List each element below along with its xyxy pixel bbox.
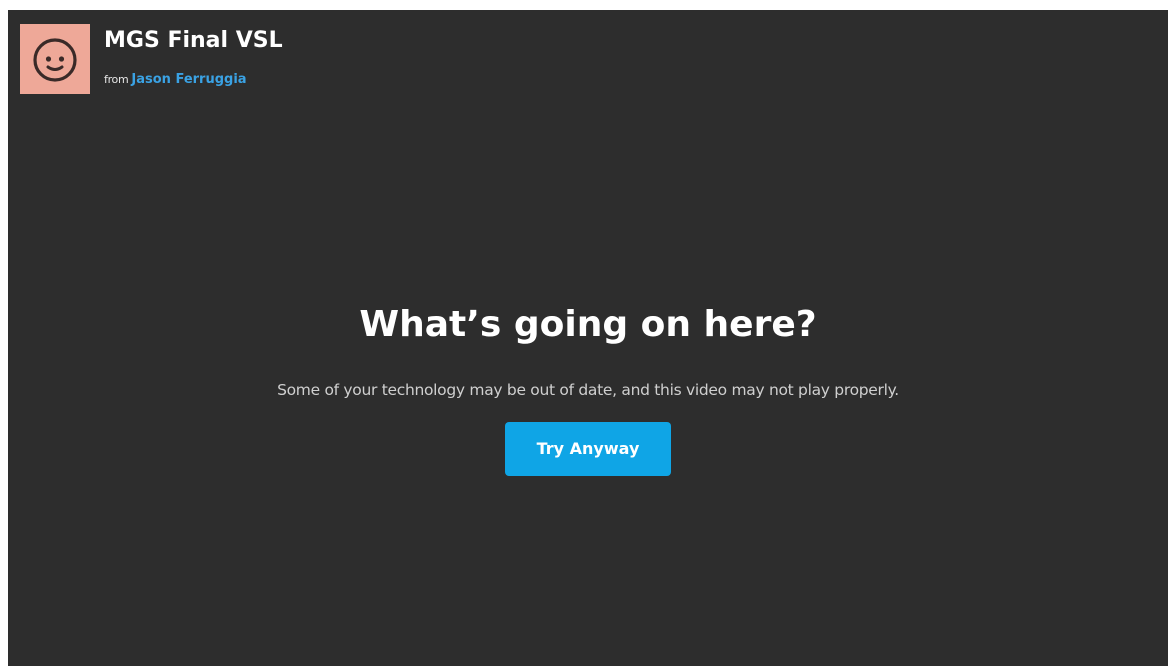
author-link[interactable]: Jason Ferruggia: [131, 72, 246, 87]
message-body: Some of your technology may be out of da…: [277, 381, 899, 399]
video-title[interactable]: MGS Final VSL: [104, 28, 283, 53]
from-label: from: [104, 73, 129, 86]
message-heading: What’s going on here?: [359, 304, 817, 345]
author-avatar[interactable]: [20, 24, 90, 94]
try-anyway-button[interactable]: Try Anyway: [505, 422, 671, 476]
outdated-tech-message: What’s going on here? Some of your techn…: [8, 300, 1168, 476]
video-player: MGS Final VSL from Jason Ferruggia What’s…: [8, 10, 1168, 666]
smiley-face-icon: [33, 38, 77, 82]
byline: from Jason Ferruggia: [104, 68, 247, 87]
